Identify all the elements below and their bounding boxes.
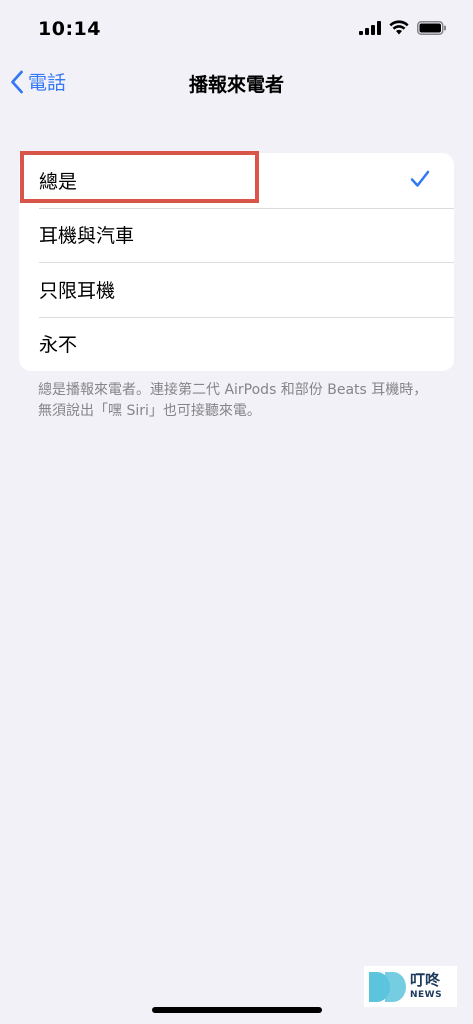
- option-label: 永不: [39, 334, 78, 357]
- watermark-logo: 叮咚 NEWS: [364, 966, 457, 1007]
- checkmark-icon: [410, 170, 430, 187]
- status-icons: [359, 20, 447, 35]
- highlight-annotation: [20, 151, 259, 203]
- status-time: 10:14: [38, 18, 101, 40]
- watermark-chinese: 叮咚: [410, 971, 441, 989]
- option-headphones-and-car[interactable]: 耳機與汽車: [19, 207, 454, 263]
- watermark-text: 叮咚 NEWS: [410, 973, 442, 1000]
- watermark-english: NEWS: [410, 990, 443, 1000]
- page-title: 播報來電者: [188, 74, 284, 96]
- cellular-signal-icon: [359, 20, 381, 35]
- battery-icon: [417, 20, 446, 35]
- option-label: 耳機與汽車: [39, 225, 135, 248]
- wifi-icon: [389, 20, 409, 35]
- option-never[interactable]: 永不: [19, 316, 454, 372]
- option-headphones-only[interactable]: 只限耳機: [19, 262, 454, 317]
- logo-icon: [369, 971, 406, 1002]
- navigation-bar: 電話 播報來電者: [0, 62, 473, 106]
- option-label: 只限耳機: [39, 279, 116, 302]
- home-indicator[interactable]: [152, 1007, 322, 1013]
- status-bar: 10:14: [0, 0, 473, 60]
- footer-note: 總是播報來電者。連接第二代 AirPods 和部份 Beats 耳機時，無須說出…: [38, 382, 428, 419]
